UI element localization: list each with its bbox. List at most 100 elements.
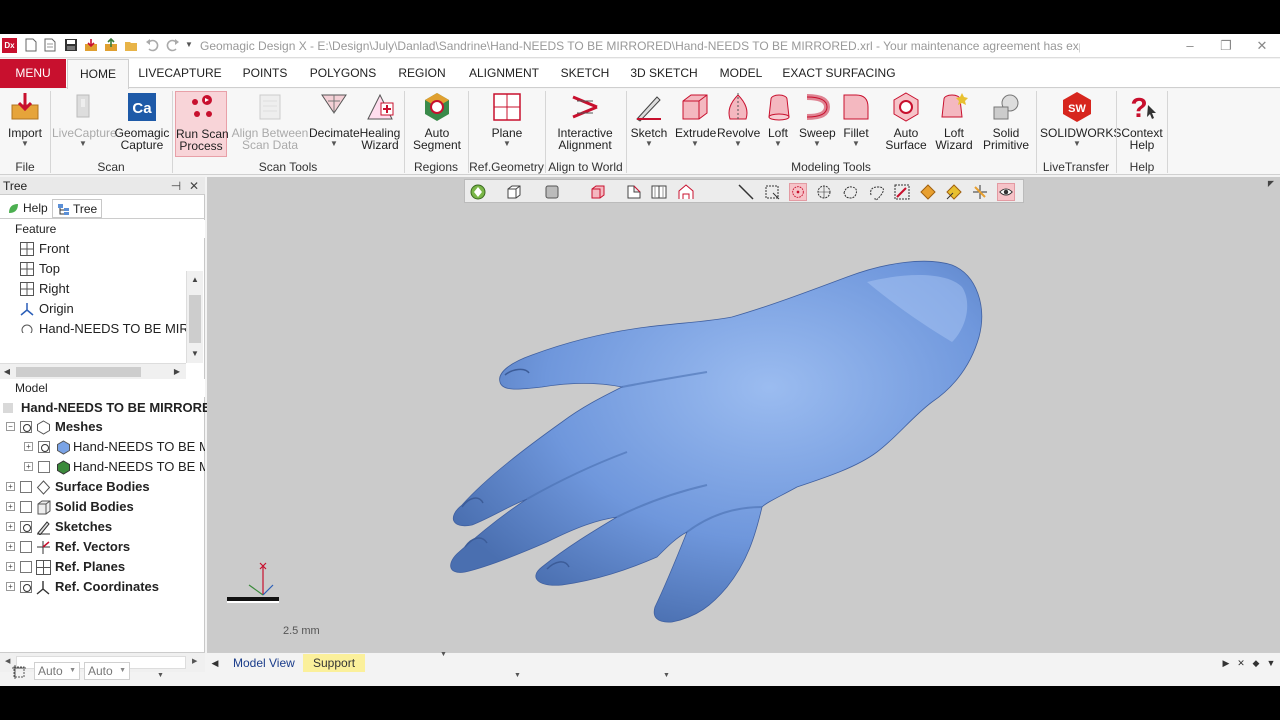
- app-logo-icon[interactable]: Dx: [2, 38, 17, 53]
- status-dropdown-icon[interactable]: ▼: [157, 672, 164, 679]
- model-item-sketches[interactable]: + Sketches: [0, 517, 205, 537]
- healing-wizard-button[interactable]: Healing Wizard: [359, 91, 401, 157]
- livecapture-button[interactable]: LiveCapture ▼: [52, 91, 117, 157]
- tab-livecapture[interactable]: LIVECAPTURE: [137, 59, 223, 88]
- fillet-button[interactable]: Fillet ▼: [838, 91, 874, 157]
- feature-vertical-scrollbar[interactable]: ▲ ▼: [186, 271, 203, 363]
- feature-item-right[interactable]: Right: [20, 279, 69, 299]
- model-item-ref-planes[interactable]: + Ref. Planes: [0, 557, 205, 577]
- restore-button[interactable]: ❐: [1216, 37, 1236, 55]
- run-scan-process-button[interactable]: Run Scan Process: [175, 91, 229, 157]
- import-button[interactable]: Import ▼: [4, 91, 46, 157]
- tab-polygons[interactable]: POLYGONS: [306, 59, 380, 88]
- tab-model-view[interactable]: Model View: [223, 654, 305, 672]
- plane-button[interactable]: Plane ▼: [482, 91, 532, 157]
- tab-home[interactable]: HOME: [67, 59, 129, 89]
- undo-icon[interactable]: [145, 38, 159, 52]
- tab-model[interactable]: MODEL: [713, 59, 769, 88]
- tab-alignment[interactable]: ALIGNMENT: [463, 59, 545, 88]
- folder-icon[interactable]: [124, 38, 138, 52]
- selection-mode-icon[interactable]: [11, 664, 27, 680]
- loft-wizard-button[interactable]: Loft Wizard: [930, 91, 978, 157]
- feature-item-mesh[interactable]: Hand-NEEDS TO BE MIRR: [20, 319, 198, 333]
- feature-horizontal-scrollbar[interactable]: ◀ ▶: [0, 363, 186, 379]
- solidworks-button[interactable]: SW SOLIDWORKS ▼: [1040, 91, 1121, 157]
- scroll-left-icon[interactable]: ◀: [5, 657, 10, 665]
- new-file-icon[interactable]: [24, 38, 38, 52]
- sketch-button[interactable]: Sketch ▼: [630, 91, 668, 157]
- context-help-button[interactable]: ? Context Help: [1119, 91, 1165, 157]
- feature-item-front[interactable]: Front: [20, 239, 69, 259]
- tab-points[interactable]: POINTS: [236, 59, 294, 88]
- import-quick-icon[interactable]: [84, 38, 98, 52]
- extrude-button[interactable]: Extrude ▼: [675, 91, 716, 157]
- geomagic-capture-button[interactable]: Ca Geomagic Capture: [114, 91, 170, 157]
- visibility-checkbox[interactable]: [20, 541, 32, 553]
- pin-icon[interactable]: ⊣: [170, 177, 182, 195]
- expand-icon[interactable]: +: [24, 442, 33, 451]
- expand-icon[interactable]: +: [6, 542, 15, 551]
- model-item-ref-coordinates[interactable]: + Ref. Coordinates: [0, 577, 205, 597]
- visibility-checkbox[interactable]: [20, 481, 32, 493]
- model-item-ref-vectors[interactable]: + Ref. Vectors: [0, 537, 205, 557]
- tab-exact-surfacing[interactable]: EXACT SURFACING: [782, 59, 896, 88]
- decimate-button[interactable]: Decimate ▼: [309, 91, 360, 157]
- auto-surface-button[interactable]: Auto Surface: [882, 91, 930, 157]
- model-item-solid-bodies[interactable]: + Solid Bodies: [0, 497, 205, 517]
- scroll-right-icon[interactable]: ▶: [192, 657, 197, 665]
- visibility-eye-icon[interactable]: [38, 441, 50, 453]
- collapse-icon[interactable]: −: [6, 422, 15, 431]
- tab-tree-panel[interactable]: Tree: [52, 199, 103, 218]
- sweep-button[interactable]: Sweep ▼: [799, 91, 836, 157]
- visibility-checkbox[interactable]: [38, 461, 50, 473]
- solid-primitive-button[interactable]: Solid Primitive: [980, 91, 1032, 157]
- loft-button[interactable]: Loft ▼: [763, 91, 793, 157]
- tab-help-panel[interactable]: Help: [3, 199, 52, 218]
- scroll-thumb[interactable]: [16, 367, 141, 377]
- tabs-menu-icon[interactable]: ◆: [1250, 655, 1262, 671]
- export-quick-icon[interactable]: [104, 37, 118, 52]
- scroll-thumb[interactable]: [189, 295, 201, 343]
- hand-mesh-model[interactable]: [207, 177, 1280, 652]
- auto-segment-button[interactable]: Auto Segment: [408, 91, 466, 157]
- tab-support[interactable]: Support: [303, 654, 366, 672]
- 3d-viewport[interactable]: ◤ 2.5 mm: [207, 177, 1280, 652]
- expand-icon[interactable]: +: [24, 462, 33, 471]
- expand-icon[interactable]: +: [6, 482, 15, 491]
- model-item-meshes[interactable]: − Meshes: [0, 417, 205, 437]
- menu-button[interactable]: MENU: [0, 59, 66, 88]
- scroll-right-icon[interactable]: ▶: [170, 364, 184, 380]
- tab-sketch[interactable]: SKETCH: [557, 59, 613, 88]
- close-button[interactable]: ✕: [1252, 37, 1272, 55]
- expand-icon[interactable]: +: [6, 502, 15, 511]
- feature-item-top[interactable]: Top: [20, 259, 60, 279]
- tabs-next-icon[interactable]: ▶: [1220, 655, 1232, 671]
- visibility-eye-icon[interactable]: [20, 421, 32, 433]
- visibility-eye-icon[interactable]: [20, 521, 32, 533]
- status-expand-icon[interactable]: ▼: [440, 651, 447, 658]
- filter-combo-1[interactable]: Auto ▼: [34, 662, 80, 680]
- feature-item-origin[interactable]: Origin: [20, 299, 74, 319]
- visibility-checkbox[interactable]: [20, 561, 32, 573]
- new-sheet-icon[interactable]: [43, 38, 57, 52]
- visibility-eye-icon[interactable]: [20, 581, 32, 593]
- expand-icon[interactable]: +: [6, 522, 15, 531]
- filter-combo-2[interactable]: Auto ▼: [84, 662, 130, 680]
- status-dropdown-icon[interactable]: ▼: [514, 672, 521, 679]
- tabs-dropdown-icon[interactable]: ▼: [1265, 655, 1277, 671]
- align-between-scan-data-button[interactable]: Align Between Scan Data: [231, 91, 309, 157]
- minimize-button[interactable]: –: [1180, 37, 1200, 55]
- scroll-up-icon[interactable]: ▲: [187, 273, 203, 287]
- scroll-down-icon[interactable]: ▼: [187, 347, 203, 361]
- interactive-alignment-button[interactable]: Interactive Alignment: [552, 91, 618, 157]
- panel-close-icon[interactable]: ✕: [188, 177, 200, 195]
- tabs-close-icon[interactable]: ✕: [1235, 655, 1247, 671]
- redo-icon[interactable]: [166, 38, 180, 52]
- tabs-prev-icon[interactable]: ◀: [209, 655, 221, 671]
- save-icon[interactable]: [64, 38, 78, 52]
- quick-access-dropdown-icon[interactable]: ▼: [182, 38, 196, 52]
- expand-icon[interactable]: +: [6, 582, 15, 591]
- status-dropdown-icon[interactable]: ▼: [663, 672, 670, 679]
- model-item-mesh-2[interactable]: + Hand-NEEDS TO BE MIR: [0, 457, 205, 477]
- model-root-item[interactable]: Hand-NEEDS TO BE MIRRORED: [0, 398, 220, 418]
